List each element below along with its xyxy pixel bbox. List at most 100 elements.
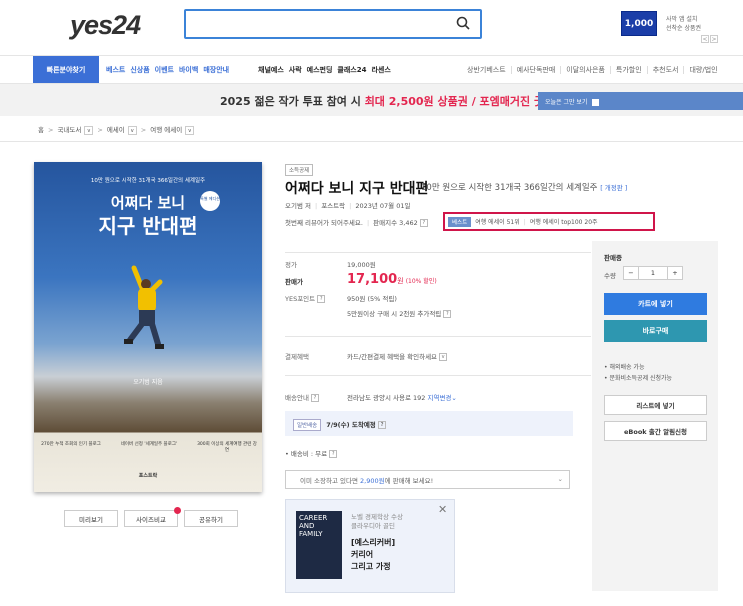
buy-now-button[interactable]: 바로구매 — [604, 320, 707, 342]
nav-channel-yes[interactable]: 채널예스 — [258, 66, 284, 74]
revision-link[interactable]: [ 개정판 ] — [600, 184, 627, 192]
cover-edition-badge: 특별 에디션 — [200, 191, 220, 211]
ad-title: [예스리커버] 커리어그리고 가정 — [351, 537, 395, 573]
quantity-minus-button[interactable]: − — [624, 267, 638, 279]
chevron-down-icon[interactable]: v — [84, 125, 94, 135]
yes24-logo[interactable]: yes24 — [70, 10, 150, 40]
banner-prefix: 2025 젊은 작가 투표 참여 시 — [220, 95, 365, 108]
review-sales: 첫번째 리뷰어가 되어주세요. | 판매지수 3,462 ? — [285, 217, 428, 227]
nav-yesfunding[interactable]: 예스펀딩 — [307, 66, 333, 74]
sale-price-won: 원 — [397, 277, 404, 285]
author-link[interactable]: 오기범 저 — [285, 202, 311, 210]
payment-benefit[interactable]: 카드/간편결제 혜택을 확인하세요 v — [347, 351, 448, 361]
tax-deduction-tag: 소득공제 — [285, 164, 314, 176]
nav-new[interactable]: 신상품 — [130, 66, 149, 74]
shipping-label-row: 배송안내 ? — [285, 392, 319, 402]
resell-suffix: 에 판매해 보세요! — [384, 477, 434, 485]
add-to-cart-button[interactable]: 카트에 넣기 — [604, 293, 707, 315]
quantity-input[interactable]: 1 — [638, 267, 668, 279]
promo-text[interactable]: 사막 앱 설치 선착순 상품권 — [666, 15, 726, 33]
breadcrumb-home[interactable]: 홈 — [38, 126, 44, 134]
ad-title-line3: 그리고 가정 — [351, 562, 391, 571]
cover-award: 270만 누적 조회의 인기 블로그 — [41, 442, 101, 447]
nav-event[interactable]: 이벤트 — [155, 66, 174, 74]
cover-award: 300회 이상의 세계여행 관련 강연 — [197, 442, 257, 453]
delivery-type-tag: 일반배송 — [293, 419, 322, 431]
sale-price: 17,100 — [347, 272, 398, 287]
nav-bulk[interactable]: 대량/법인 — [683, 66, 718, 74]
help-icon[interactable]: ? — [419, 219, 428, 227]
change-region-link[interactable]: 지역변경 — [427, 394, 451, 402]
rank-link[interactable]: 여행 에세이 51위 — [475, 219, 520, 226]
nav-best[interactable]: 베스트 — [106, 66, 125, 74]
promo-prev-button[interactable]: < — [701, 35, 709, 43]
panel-notes: • 해외배송 가능 • 문화비소득공제 신청가능 — [604, 362, 672, 384]
quantity-stepper[interactable]: − 1 + — [623, 266, 683, 280]
quantity-plus-button[interactable]: + — [668, 267, 682, 279]
nav-class24[interactable]: 클래스24 — [337, 66, 366, 74]
publish-date: 2023년 07월 01일 — [355, 202, 411, 210]
nav-sale[interactable]: 특가할인 — [609, 66, 642, 74]
search-input[interactable] — [184, 9, 482, 39]
resell-prefix: 이미 소장하고 있다면 — [300, 477, 361, 485]
help-icon[interactable]: ? — [378, 421, 387, 429]
help-icon[interactable]: ? — [329, 450, 338, 458]
chevron-down-icon[interactable]: v — [127, 125, 137, 135]
delivery-eta: 7/9(수) 도착예정 — [326, 421, 376, 429]
list-price: 19,000원 — [347, 261, 376, 269]
breadcrumb-domestic[interactable]: 국내도서 — [57, 126, 81, 134]
close-icon[interactable]: ✕ — [438, 503, 447, 516]
nav-sarak[interactable]: 사락 — [289, 66, 302, 74]
divider — [285, 336, 591, 337]
chevron-right-icon: > — [140, 126, 147, 134]
chevron-down-icon: ⌄ — [557, 475, 563, 483]
breadcrumb-essay[interactable]: 에세이 — [107, 126, 125, 134]
nav-recommend[interactable]: 추천도서 — [646, 66, 679, 74]
banner-text[interactable]: 2025 젊은 작가 투표 참여 시 최대 2,500원 상품권 / 포엠매거진… — [220, 93, 554, 109]
breadcrumb-travel-essay[interactable]: 여행 에세이 — [150, 126, 182, 134]
quick-category-button[interactable]: 빠른분야찾기 — [33, 56, 99, 83]
hide-today-button[interactable]: 오늘은 그만 보기 — [538, 92, 743, 110]
hide-today-checkbox[interactable] — [592, 99, 600, 106]
help-icon[interactable]: ? — [443, 310, 452, 318]
add-to-list-button[interactable]: 리스트에 넣기 — [604, 395, 707, 415]
promo-voucher[interactable]: 1,000 — [621, 11, 657, 36]
promo-next-button[interactable]: > — [710, 35, 718, 43]
review-prompt-link[interactable]: 첫번째 리뷰어가 되어주세요. — [285, 219, 363, 227]
nav-buyback[interactable]: 바이백 — [179, 66, 198, 74]
nav-store[interactable]: 매장안내 — [203, 66, 229, 74]
rank-weeks-link[interactable]: 여행 에세이 top100 20주 — [530, 219, 598, 226]
sale-price-label: 판매가 — [285, 278, 303, 286]
ebook-alert-button[interactable]: eBook 출간 알림신청 — [604, 421, 707, 441]
share-button[interactable]: 공유하기 — [184, 510, 238, 527]
nav-halfyear-best[interactable]: 상반기베스트 — [467, 66, 506, 74]
publisher-link[interactable]: 포스트락 — [321, 202, 345, 210]
ad-book-cover[interactable]: CAREER AND FAMILY — [296, 511, 342, 579]
help-icon[interactable]: ? — [311, 394, 319, 402]
size-compare-button[interactable]: 사이즈비교 — [124, 507, 181, 527]
cover-publisher: 포스트락 — [138, 473, 158, 479]
sale-status: 판매중 — [604, 254, 622, 262]
shipping-fee-row: • 배송비 : 무료 ? — [285, 448, 338, 458]
nav-license[interactable]: 라센스 — [371, 66, 390, 74]
jumping-person-illustration — [124, 265, 164, 349]
ad-title-line1: [예스리커버] — [351, 538, 396, 547]
nav-exclusive[interactable]: 예사단독판매 — [510, 66, 556, 74]
book-subtitle: 10만 원으로 시작한 31개국 366일간의 세계일주 [ 개정판 ] — [421, 181, 627, 193]
subtitle-text: 10만 원으로 시작한 31개국 366일간의 세계일주 — [421, 183, 598, 193]
chevron-right-icon: > — [97, 126, 103, 134]
nav-gift[interactable]: 이달의사은품 — [560, 66, 605, 74]
preview-button[interactable]: 미리보기 — [64, 510, 118, 527]
chevron-down-icon[interactable]: v — [439, 353, 448, 361]
chevron-down-icon[interactable]: v — [185, 125, 195, 135]
divider — [0, 141, 743, 142]
resell-select[interactable]: 이미 소장하고 있다면 2,900원에 판매해 보세요! ⌄ — [285, 470, 570, 489]
ad-caption-line2: 클라우디아 골딘 — [351, 522, 395, 530]
book-meta: 오기범 저 | 포스트락 | 2023년 07월 01일 — [285, 202, 411, 210]
hide-today-label: 오늘은 그만 보기 — [545, 99, 588, 106]
banner-highlight: 최대 2,500원 상품권 / 포엠매거진 굿즈 — [364, 95, 555, 108]
help-icon[interactable]: ? — [317, 295, 326, 303]
ad-title-line2: 커리어 — [351, 550, 374, 559]
search-icon[interactable] — [456, 16, 470, 30]
chevron-down-icon: ⌄ — [451, 394, 457, 402]
